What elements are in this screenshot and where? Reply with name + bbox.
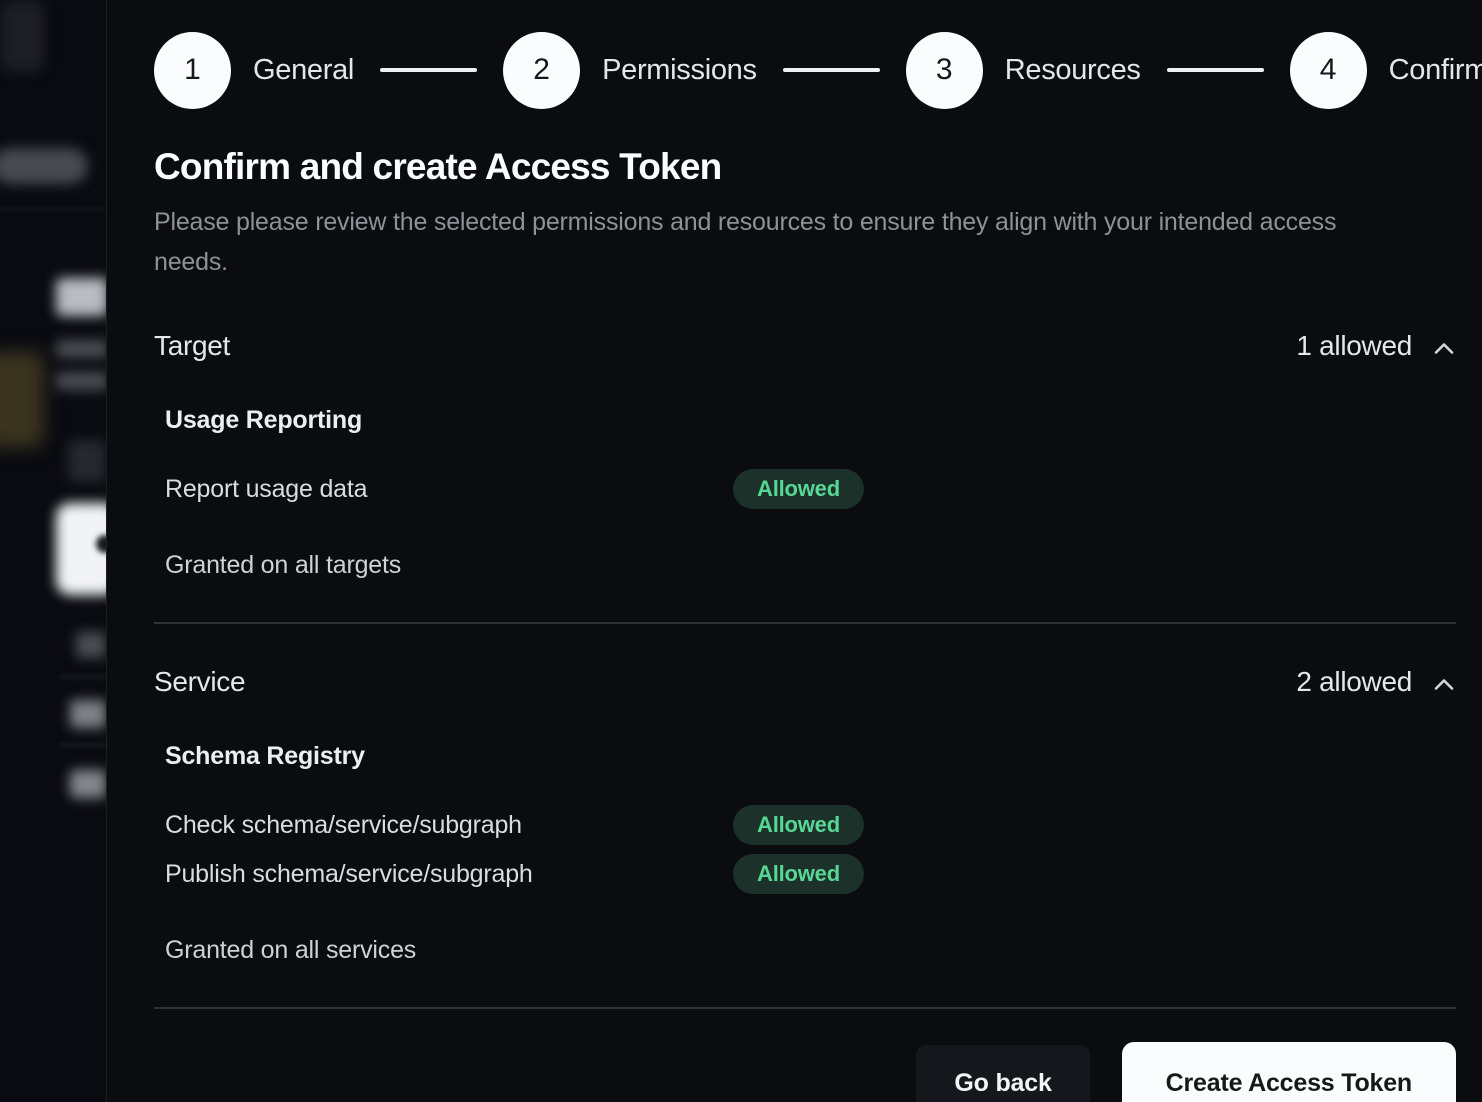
permission-label: Check schema/service/subgraph (165, 811, 733, 840)
backdrop-shape (76, 632, 106, 658)
backdrop-shape (70, 770, 106, 798)
permission-row: Check schema/service/subgraph Allowed (165, 805, 1456, 845)
step-connector (1167, 68, 1264, 72)
status-badge: Allowed (733, 805, 864, 845)
backdrop-shape (0, 352, 44, 447)
allowed-count: 2 allowed (1296, 666, 1412, 698)
step-connector (380, 68, 477, 72)
service-section-header: Service 2 allowed (154, 666, 1456, 698)
step-resources[interactable]: 3 Resources (906, 32, 1141, 109)
go-back-button[interactable]: Go back (916, 1045, 1089, 1102)
modal-footer: Go back Create Access Token (154, 1042, 1456, 1102)
create-access-token-button[interactable]: Create Access Token (1122, 1042, 1456, 1102)
backdrop-shape (56, 278, 106, 316)
permission-label: Report usage data (165, 475, 733, 504)
step-label: Confirm (1389, 54, 1482, 87)
service-permission-group: Schema Registry Check schema/service/sub… (165, 742, 1456, 894)
allowed-count: 1 allowed (1296, 330, 1412, 362)
service-collapse-toggle[interactable]: 2 allowed (1296, 666, 1456, 698)
status-badge: Allowed (733, 854, 864, 894)
backdrop-shape (0, 208, 106, 210)
backdrop-shape (56, 340, 106, 358)
group-title: Usage Reporting (165, 406, 1456, 435)
wizard-stepper: 1 General 2 Permissions 3 Resources 4 Co… (154, 30, 1456, 110)
backdrop-shape (60, 676, 106, 678)
target-permission-group: Usage Reporting Report usage data Allowe… (165, 406, 1456, 509)
step-label: Resources (1005, 54, 1141, 87)
granted-note: Granted on all targets (165, 551, 1456, 580)
step-label: Permissions (602, 54, 757, 87)
backdrop-shape (70, 700, 106, 728)
permission-row: Report usage data Allowed (165, 469, 1456, 509)
step-confirm[interactable]: 4 Confirm (1290, 32, 1482, 109)
chevron-up-icon (1432, 341, 1456, 356)
footer-divider (154, 1007, 1456, 1009)
step-label: General (253, 54, 354, 87)
step-number-badge: 1 (154, 32, 231, 109)
backdrop-shape (0, 0, 44, 72)
backdrop-shape (0, 148, 88, 184)
step-number-badge: 4 (1290, 32, 1367, 109)
section-title: Service (154, 666, 245, 698)
page-title: Confirm and create Access Token (154, 146, 1456, 188)
backdrop-shape (68, 440, 106, 482)
section-title: Target (154, 330, 230, 362)
backdrop-shape (60, 744, 106, 746)
target-collapse-toggle[interactable]: 1 allowed (1296, 330, 1456, 362)
target-section-header: Target 1 allowed (154, 330, 1456, 362)
blurred-app-backdrop (0, 0, 106, 1102)
permission-row: Publish schema/service/subgraph Allowed (165, 854, 1456, 894)
group-title: Schema Registry (165, 742, 1456, 771)
page-subtitle: Please please review the selected permis… (154, 202, 1384, 282)
step-number-badge: 2 (503, 32, 580, 109)
section-divider (154, 622, 1456, 624)
backdrop-shape (56, 372, 106, 390)
chevron-up-icon (1432, 677, 1456, 692)
step-number-badge: 3 (906, 32, 983, 109)
status-badge: Allowed (733, 469, 864, 509)
granted-note: Granted on all services (165, 936, 1456, 965)
step-general[interactable]: 1 General (154, 32, 354, 109)
create-access-token-modal: 1 General 2 Permissions 3 Resources 4 Co… (106, 0, 1482, 1102)
step-permissions[interactable]: 2 Permissions (503, 32, 757, 109)
permission-label: Publish schema/service/subgraph (165, 860, 733, 889)
step-connector (783, 68, 880, 72)
